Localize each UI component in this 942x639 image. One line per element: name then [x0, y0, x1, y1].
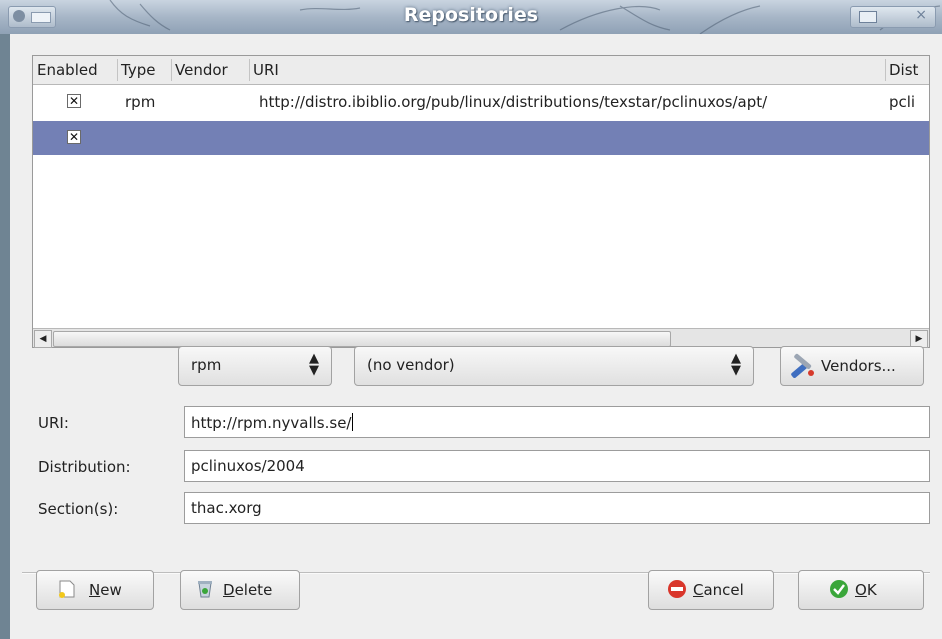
row-uri: http://distro.ibiblio.org/pub/linux/dist… [259, 93, 768, 111]
scroll-thumb[interactable] [53, 331, 671, 347]
sections-value: thac.xorg [191, 499, 262, 517]
separator [22, 572, 930, 574]
trash-icon [198, 581, 212, 598]
distribution-label: Distribution: [38, 458, 131, 476]
tools-icon [791, 353, 814, 378]
table-row-selected[interactable]: ✕ [33, 121, 929, 155]
horizontal-scrollbar[interactable]: ◀ ▶ [33, 328, 929, 348]
text-caret [351, 413, 353, 431]
row-type: rpm [125, 93, 156, 111]
close-icon[interactable]: × [915, 7, 927, 23]
table-row[interactable]: ✕ rpm http://distro.ibiblio.org/pub/linu… [33, 85, 929, 119]
vendors-button[interactable]: Vendors... [780, 346, 924, 386]
updown-arrows-icon: ▲ ▼ [309, 351, 319, 378]
column-dist[interactable]: Dist [889, 61, 918, 79]
title-bar: Repositories × [0, 0, 942, 34]
window-controls[interactable]: × [850, 6, 936, 28]
uri-value: http://rpm.nyvalls.se/ [191, 414, 352, 432]
row-dist: pcli [889, 93, 916, 111]
scroll-left-icon[interactable]: ◀ [34, 330, 52, 348]
ok-button[interactable]: OK [798, 570, 924, 610]
vendor-select[interactable]: (no vendor) ▲ ▼ [354, 346, 754, 386]
distribution-value: pclinuxos/2004 [191, 457, 305, 475]
column-uri[interactable]: URI [253, 61, 279, 79]
delete-button[interactable]: Delete [180, 570, 300, 610]
uri-label: URI: [38, 414, 69, 432]
checkmark-icon [830, 580, 848, 598]
cancel-button[interactable]: Cancel [648, 570, 774, 610]
new-document-icon [59, 580, 75, 598]
window-title: Repositories [403, 4, 539, 26]
updown-arrows-icon: ▲ ▼ [731, 351, 741, 378]
column-type[interactable]: Type [121, 61, 155, 79]
distribution-field[interactable]: pclinuxos/2004 [184, 450, 930, 482]
column-enabled[interactable]: Enabled [37, 61, 98, 79]
enabled-checkbox[interactable]: ✕ [67, 130, 81, 144]
uri-field[interactable]: http://rpm.nyvalls.se/ [184, 406, 930, 438]
new-button[interactable]: New [36, 570, 154, 610]
column-vendor[interactable]: Vendor [175, 61, 228, 79]
type-select[interactable]: rpm ▲ ▼ [178, 346, 332, 386]
repository-list[interactable]: Enabled Type Vendor URI Dist ✕ rpm http:… [32, 55, 930, 348]
sections-label: Section(s): [38, 500, 119, 518]
list-header: Enabled Type Vendor URI Dist [33, 56, 929, 85]
minimize-icon[interactable] [859, 11, 877, 23]
cancel-icon [668, 580, 686, 598]
sections-field[interactable]: thac.xorg [184, 492, 930, 524]
enabled-checkbox[interactable]: ✕ [67, 94, 81, 108]
repositories-dialog: Enabled Type Vendor URI Dist ✕ rpm http:… [10, 34, 942, 639]
